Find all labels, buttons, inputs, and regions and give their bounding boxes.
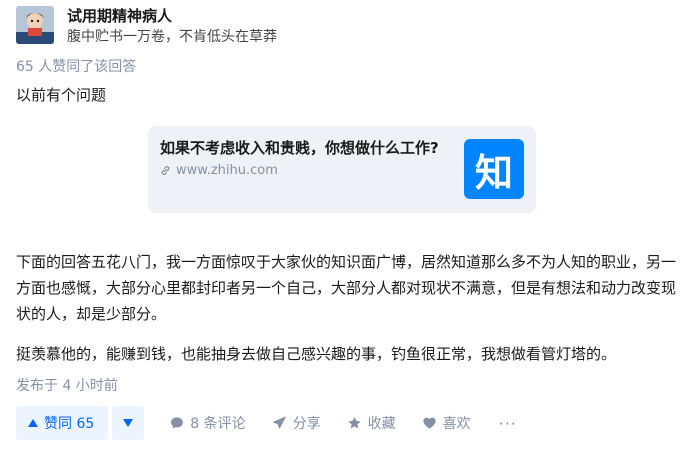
link-card[interactable]: 如果不考虑收入和贵贱，你想做什么工作? www.zhihu.com 知: [148, 126, 536, 213]
collect-button[interactable]: 收藏: [347, 413, 396, 433]
more-options-button[interactable]: ···: [499, 414, 517, 433]
arrow-down-icon: [123, 419, 134, 427]
comment-label: 8 条评论: [190, 416, 246, 432]
zhihu-logo: 知: [464, 139, 524, 199]
share-button[interactable]: 分享: [272, 413, 321, 433]
heart-icon: [423, 417, 436, 429]
share-label: 分享: [292, 416, 321, 432]
vote-count-summary: 65 人赞同了该回答: [16, 59, 137, 75]
avatar-image: [16, 6, 54, 44]
comment-button[interactable]: 8 条评论: [170, 413, 246, 433]
link-icon: [161, 166, 170, 175]
action-bar: 赞同 65 8 条评论 分享 收藏 喜欢 ···: [16, 406, 517, 440]
author-name[interactable]: 试用期精神病人: [67, 6, 277, 26]
answer-paragraph: 以前有个问题: [16, 86, 107, 104]
author-header: 试用期精神病人 腹中贮书一万卷，不肯低头在草莽: [16, 6, 277, 46]
share-icon: [272, 416, 286, 429]
vote-down-button[interactable]: [112, 406, 145, 440]
collect-label: 收藏: [367, 416, 396, 432]
link-card-url-text: www.zhihu.com: [176, 163, 278, 178]
link-card-title: 如果不考虑收入和贵贱，你想做什么工作?: [160, 139, 439, 157]
answer-paragraph: 挺羡慕他的，能赚到钱，也能抽身去做自己感兴趣的事，钓鱼很正常，我想做看管灯塔的。: [16, 345, 617, 363]
avatar[interactable]: [16, 6, 54, 44]
vote-up-label: 赞同 65: [44, 416, 95, 432]
arrow-up-icon: [28, 419, 38, 427]
like-button[interactable]: 喜欢: [422, 413, 471, 433]
publish-time[interactable]: 发布于 4 小时前: [16, 375, 118, 395]
author-bio: 腹中贮书一万卷，不肯低头在草莽: [67, 29, 277, 45]
vote-up-button[interactable]: 赞同 65: [16, 406, 109, 440]
comment-icon: [171, 417, 184, 429]
like-label: 喜欢: [442, 416, 471, 432]
answer-paragraph: 下面的回答五花八门，我一方面惊叹于大家伙的知识面广博，居然知道那么多不为人知的职…: [16, 253, 677, 323]
star-icon: [348, 416, 361, 429]
